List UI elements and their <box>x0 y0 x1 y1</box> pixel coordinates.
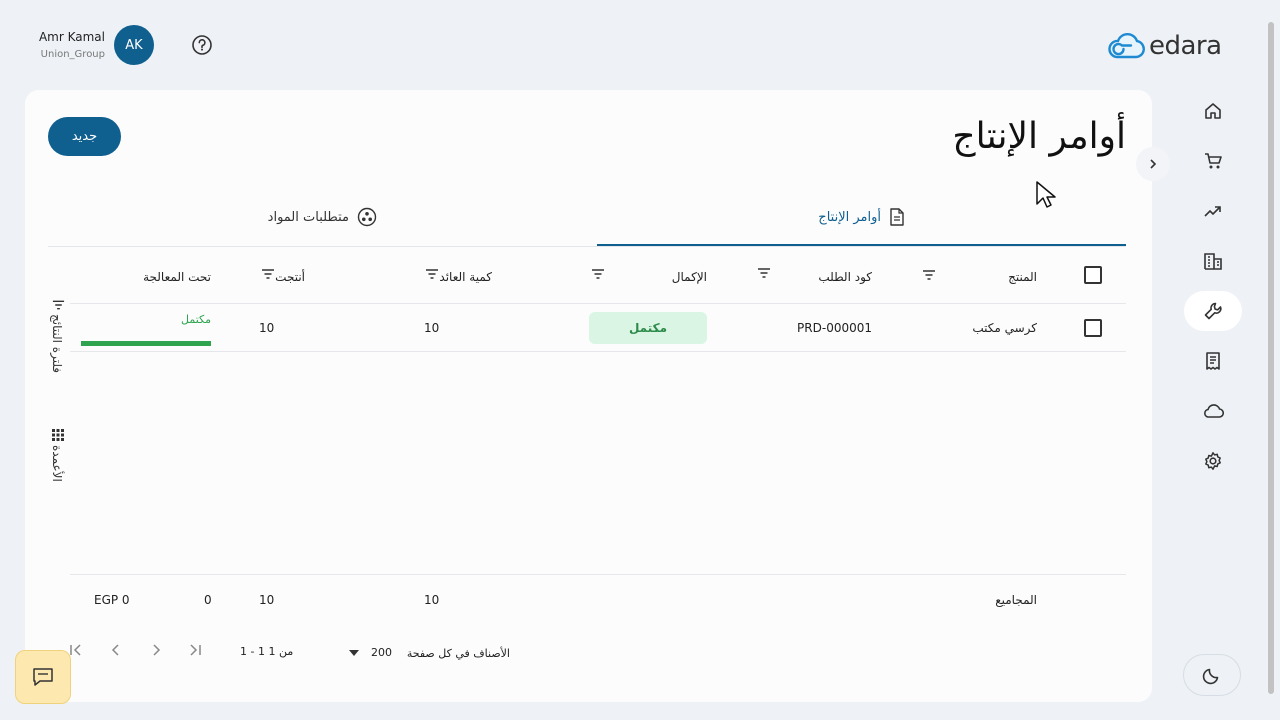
first-page-icon[interactable] <box>69 643 83 657</box>
home-icon <box>1205 103 1221 119</box>
cell-produced: 10 <box>259 321 275 335</box>
mouse-cursor-icon <box>1035 180 1057 210</box>
chat-icon <box>33 668 53 686</box>
logo-text: edara <box>1149 31 1222 61</box>
per-page-label: الأصناف في كل صفحة <box>406 647 510 660</box>
pagination-range: 1 - 1 من 1 <box>240 645 294 658</box>
filter-icon[interactable] <box>757 268 771 278</box>
last-page-icon[interactable] <box>188 643 202 657</box>
logo[interactable]: edara <box>1107 31 1222 61</box>
header-order-code[interactable]: كود الطلب <box>818 270 872 284</box>
totals-produced: 10 <box>259 593 275 607</box>
active-tab-indicator <box>597 244 1126 246</box>
per-page-value: 200 <box>371 646 392 659</box>
sidebar-item-sales[interactable] <box>1184 141 1242 181</box>
page-title: أوامر الإنتاج <box>952 116 1126 157</box>
user-organization: Union_Group <box>40 49 105 60</box>
user-name: Amr Kamal <box>38 30 105 44</box>
wrench-icon <box>1204 302 1222 320</box>
filter-results-toggle[interactable]: فلترة النتائج <box>50 314 64 373</box>
tab-material-requirements[interactable]: متطلبات المواد <box>268 207 377 227</box>
main-card <box>25 90 1152 702</box>
filter-icon[interactable] <box>261 269 275 279</box>
cart-icon <box>1205 153 1222 169</box>
header-produced[interactable]: أنتجت <box>275 270 305 284</box>
gear-icon <box>1205 452 1221 470</box>
tab-production-orders-label: أوامر الإنتاج <box>818 209 881 225</box>
row-divider <box>70 351 1126 352</box>
per-page-select[interactable]: 200 <box>349 646 392 659</box>
sidebar-item-settings[interactable] <box>1184 441 1242 481</box>
caret-down-icon <box>349 649 359 656</box>
row-checkbox[interactable] <box>1084 319 1102 337</box>
avatar[interactable]: AK <box>114 25 154 65</box>
buildings-icon <box>1204 253 1222 270</box>
theme-toggle-button[interactable] <box>1183 654 1241 696</box>
select-all-checkbox[interactable] <box>1084 266 1102 284</box>
new-button[interactable]: جديد <box>48 117 121 156</box>
previous-page-icon[interactable] <box>109 643 123 657</box>
trending-up-icon <box>1204 206 1221 217</box>
collapse-sidebar-button[interactable] <box>1136 147 1170 181</box>
sidebar-item-home[interactable] <box>1184 91 1242 131</box>
sidebar-item-companies[interactable] <box>1184 241 1242 281</box>
filter-icon[interactable] <box>52 300 65 310</box>
totals-label: المجاميع <box>995 593 1037 607</box>
header-returned-quantity[interactable]: كمية العائد <box>439 270 492 284</box>
chevron-right-icon <box>1150 159 1157 169</box>
help-icon[interactable] <box>191 34 213 56</box>
document-icon <box>890 208 904 226</box>
moon-icon <box>1202 668 1219 685</box>
chat-button[interactable] <box>15 650 71 704</box>
filter-icon[interactable] <box>425 269 439 279</box>
cell-product[interactable]: كرسي مكتب <box>972 321 1037 335</box>
header-in-progress[interactable]: تحت المعالجة <box>143 270 211 284</box>
tabs-divider <box>48 246 1126 247</box>
totals-divider <box>70 574 1126 575</box>
columns-grid-icon[interactable] <box>52 429 64 441</box>
filter-icon[interactable] <box>591 269 605 279</box>
cloud-logo-icon <box>1108 32 1145 59</box>
progress-label: مكتمل <box>181 313 211 326</box>
tab-production-orders[interactable]: أوامر الإنتاج <box>818 208 905 226</box>
header-completion[interactable]: الإكمال <box>672 270 707 284</box>
status-badge: مكتمل <box>589 312 707 344</box>
cell-returned-quantity: 10 <box>424 321 440 335</box>
totals-returned-quantity: 10 <box>424 593 440 607</box>
tab-material-requirements-label: متطلبات المواد <box>267 209 349 225</box>
materials-icon <box>357 207 377 227</box>
totals-amount: EGP 0 <box>94 593 130 607</box>
cell-order-code[interactable]: PRD-000001 <box>797 321 872 335</box>
header-divider <box>70 303 1126 304</box>
sidebar-item-cloud[interactable] <box>1184 391 1242 431</box>
sidebar-item-manufacturing[interactable] <box>1184 291 1242 331</box>
progress-bar <box>81 341 211 346</box>
header-product[interactable]: المنتج <box>1008 270 1037 284</box>
totals-count: 0 <box>204 593 212 607</box>
cloud-icon <box>1204 404 1224 418</box>
filter-icon[interactable] <box>922 270 936 280</box>
receipt-icon <box>1206 352 1220 370</box>
sidebar-item-invoices[interactable] <box>1184 341 1242 381</box>
columns-toggle[interactable]: الأعمدة <box>50 445 64 482</box>
scrollbar-thumb[interactable] <box>1268 22 1274 694</box>
next-page-icon[interactable] <box>149 643 163 657</box>
sidebar-item-reports[interactable] <box>1184 191 1242 231</box>
